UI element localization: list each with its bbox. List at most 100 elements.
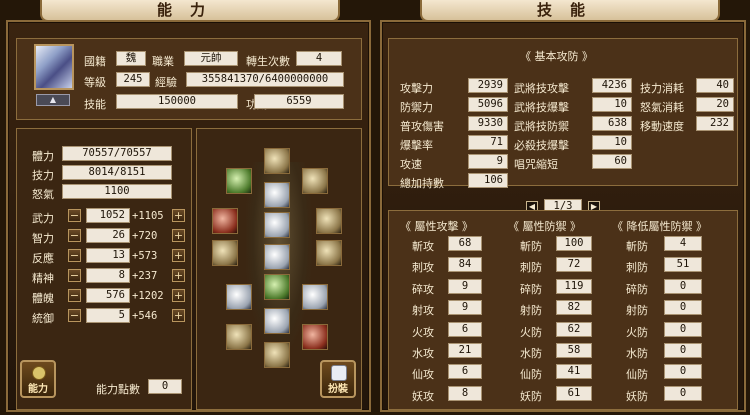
element-stat-label: 妖防 xyxy=(626,390,648,403)
element-stat-label: 斬防 xyxy=(626,240,648,253)
basic-stat-label: 武將技攻擊 xyxy=(514,82,569,95)
attr-bonus: +546 xyxy=(132,310,158,322)
basic-stat-value: 40 xyxy=(696,78,734,93)
element-stat-label: 水攻 xyxy=(412,347,434,360)
basic-stat-value: 10 xyxy=(592,135,632,150)
attr-value: 13 xyxy=(86,248,130,263)
attr-bonus: +1202 xyxy=(132,290,164,302)
costume-tab-button[interactable]: 扮裝 xyxy=(320,360,356,398)
attr-reduce-defense-header: 《 降低屬性防禦 》 xyxy=(612,220,707,233)
armor-slot[interactable] xyxy=(264,212,290,238)
element-stat-value: 8 xyxy=(448,386,482,401)
element-stat-value: 9 xyxy=(448,279,482,294)
level-value: 245 xyxy=(116,72,150,87)
boots-slot[interactable] xyxy=(264,308,290,334)
bracer-slot[interactable] xyxy=(316,240,342,266)
increase-button[interactable]: + xyxy=(172,229,185,242)
decrease-button[interactable]: − xyxy=(68,249,81,262)
basic-stat-value: 638 xyxy=(592,116,632,131)
glove-slot[interactable] xyxy=(212,240,238,266)
element-stat-value: 82 xyxy=(556,300,592,315)
element-stat-value: 58 xyxy=(556,343,592,358)
mp-value: 8014/8151 xyxy=(62,165,172,180)
element-stat-label: 火防 xyxy=(626,326,648,339)
basic-stat-label: 爆擊率 xyxy=(400,139,433,152)
increase-button[interactable]: + xyxy=(172,289,185,302)
nation-label: 國籍 xyxy=(84,55,106,68)
basic-stat-label: 防禦力 xyxy=(400,101,433,114)
decrease-button[interactable]: − xyxy=(68,269,81,282)
basic-stat-label: 技力消耗 xyxy=(640,82,684,95)
element-stat-label: 仙防 xyxy=(626,368,648,381)
increase-button[interactable]: + xyxy=(172,309,185,322)
increase-button[interactable]: + xyxy=(172,269,185,282)
skill-points-value: 150000 xyxy=(116,94,238,109)
increase-button[interactable]: + xyxy=(172,249,185,262)
rage-label: 怒氣 xyxy=(32,188,54,201)
belt-slot[interactable] xyxy=(264,244,290,270)
shield-slot[interactable] xyxy=(316,208,342,234)
ability-points-label: 能力點數 xyxy=(96,383,140,396)
ability-tab-button[interactable]: 能力 xyxy=(20,360,56,398)
element-stat-value: 100 xyxy=(556,236,592,251)
ability-panel-title: 能力 xyxy=(40,0,340,22)
basic-stat-label: 攻速 xyxy=(400,158,422,171)
basic-stat-label: 武將技防禦 xyxy=(514,120,569,133)
element-stat-value: 0 xyxy=(664,364,702,379)
attr-label: 精神 xyxy=(32,272,54,285)
ring-right-slot[interactable] xyxy=(302,284,328,310)
element-stat-label: 斬攻 xyxy=(412,240,434,253)
element-stat-label: 斬防 xyxy=(520,240,542,253)
element-stat-label: 水防 xyxy=(626,347,648,360)
element-stat-label: 火防 xyxy=(520,326,542,339)
attr-bonus: +573 xyxy=(132,250,158,262)
hp-value: 70557/70557 xyxy=(62,146,172,161)
basic-stat-value: 60 xyxy=(592,154,632,169)
decrease-button[interactable]: − xyxy=(68,229,81,242)
basic-stat-value: 106 xyxy=(468,173,508,188)
decrease-button[interactable]: − xyxy=(68,309,81,322)
accessory-right-slot[interactable] xyxy=(302,168,328,194)
charm-slot[interactable] xyxy=(226,324,252,350)
basic-stat-label: 攻擊力 xyxy=(400,82,433,95)
basic-stat-label: 總加持數 xyxy=(400,177,444,190)
basic-stat-label: 唱咒縮短 xyxy=(514,158,558,171)
nation-value: 魏 xyxy=(116,51,146,66)
exp-value: 355841370/6400000000 xyxy=(186,72,344,87)
decrease-button[interactable]: − xyxy=(68,289,81,302)
element-stat-value: 21 xyxy=(448,343,482,358)
element-stat-label: 刺防 xyxy=(520,261,542,274)
basic-stat-value: 5096 xyxy=(468,97,508,112)
decrease-button[interactable]: − xyxy=(68,209,81,222)
job-value: 元帥 xyxy=(184,51,238,66)
skill-points-label: 技能 xyxy=(84,98,106,111)
element-stat-value: 62 xyxy=(556,322,592,337)
mount-slot[interactable] xyxy=(264,342,290,368)
element-stat-label: 妖防 xyxy=(520,390,542,403)
element-stat-label: 火攻 xyxy=(412,326,434,339)
increase-button[interactable]: + xyxy=(172,209,185,222)
ring-left-slot[interactable] xyxy=(226,284,252,310)
attr-bonus: +237 xyxy=(132,270,158,282)
portrait-toggle-button[interactable]: ▲ xyxy=(36,94,70,106)
helmet-slot[interactable] xyxy=(264,148,290,174)
element-stat-value: 72 xyxy=(556,257,592,272)
element-stat-value: 9 xyxy=(448,300,482,315)
element-stat-value: 68 xyxy=(448,236,482,251)
attr-bonus: +720 xyxy=(132,230,158,242)
attr-value: 8 xyxy=(86,268,130,283)
talisman-slot[interactable] xyxy=(302,324,328,350)
attr-label: 體魄 xyxy=(32,292,54,305)
attr-label: 反應 xyxy=(32,252,54,265)
weapon-slot[interactable] xyxy=(212,208,238,234)
accessory-left-slot[interactable] xyxy=(226,168,252,194)
basic-stat-label: 普攻傷害 xyxy=(400,120,444,133)
exp-label: 經驗 xyxy=(155,76,177,89)
attr-attack-header: 《 屬性攻擊 》 xyxy=(400,220,473,233)
necklace-slot[interactable] xyxy=(264,182,290,208)
hp-label: 體力 xyxy=(32,150,54,163)
pants-slot[interactable] xyxy=(264,274,290,300)
basic-stat-value: 232 xyxy=(696,116,734,131)
skill-panel-title: 技能 xyxy=(420,0,720,22)
basic-stats-header: 《 基本攻防 》 xyxy=(520,50,593,63)
